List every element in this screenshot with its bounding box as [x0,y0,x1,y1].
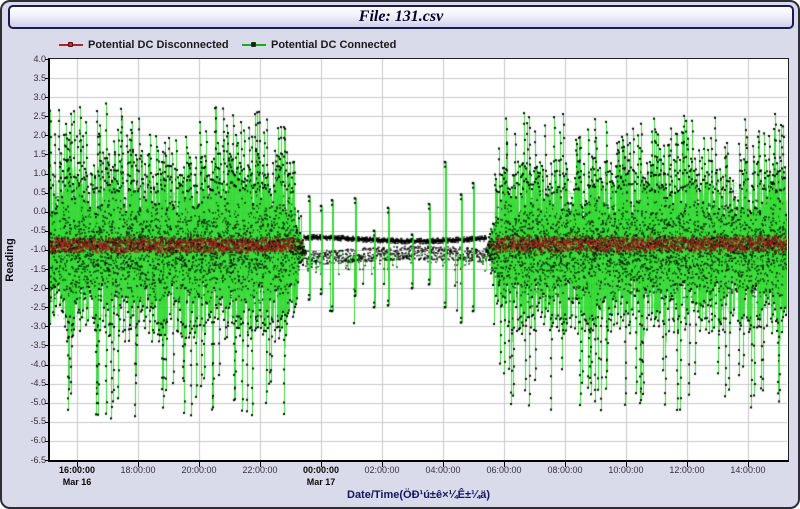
x-tick-time-label: 06:00:00 [472,465,536,475]
x-tick-time-label: 04:00:00 [411,465,475,475]
x-tick-time-label: 00:00:00 [289,465,353,475]
y-tick-label: 3.5 [10,73,46,84]
y-tick-mark [45,307,50,308]
title-bar: File: 131.csv [8,5,794,29]
y-tick-label: 0.5 [10,187,46,198]
y-tick-mark [45,78,50,79]
y-tick-label: -3.0 [10,321,46,332]
y-tick-mark [45,97,50,98]
legend-item-dc-connected: Potential DC Connected [242,38,396,52]
x-tick-time-label: 12:00:00 [655,465,719,475]
legend-label-dc-connected: Potential DC Connected [271,39,396,51]
y-axis-title: Reading [4,225,16,295]
y-tick-label: 2.0 [10,130,46,141]
y-tick-label: -5.0 [10,397,46,408]
y-tick-label: 4.0 [10,54,46,65]
y-tick-label: 1.0 [10,168,46,179]
x-tick-date-label: Mar 17 [289,477,353,487]
y-tick-label: -4.5 [10,378,46,389]
x-tick-time-label: 08:00:00 [533,465,597,475]
plot-canvas[interactable] [50,59,787,460]
chart-legend: Potential DC Disconnected Potential DC C… [2,38,800,54]
x-tick-time-label: 22:00:00 [228,465,292,475]
y-tick-label: -5.5 [10,416,46,427]
y-tick-mark [45,193,50,194]
x-tick-time-label: 10:00:00 [594,465,658,475]
x-tick-time-label: 14:00:00 [716,465,780,475]
y-tick-label: -4.0 [10,359,46,370]
y-tick-mark [45,231,50,232]
y-tick-mark [45,288,50,289]
x-tick-time-label: 02:00:00 [350,465,414,475]
y-tick-mark [45,384,50,385]
x-tick-time-label: 20:00:00 [167,465,231,475]
y-tick-mark [45,269,50,270]
y-tick-mark [45,174,50,175]
y-tick-mark [45,460,50,461]
x-tick-date-label: Mar 16 [45,477,109,487]
app-window: File: 131.csv Potential DC Disconnected … [0,0,800,509]
y-tick-mark [45,212,50,213]
y-tick-mark [45,365,50,366]
plot-area[interactable] [48,58,789,462]
y-tick-mark [45,59,50,60]
y-tick-mark [45,422,50,423]
y-tick-label: 3.0 [10,92,46,103]
y-tick-mark [45,345,50,346]
y-tick-label: -6.5 [10,455,46,466]
y-tick-label: 2.5 [10,111,46,122]
x-axis-title: Date/Time(ÖÐ¹ú±ê×¼Ê±¼ä) [50,489,787,501]
y-tick-label: -2.5 [10,302,46,313]
y-tick-label: -3.5 [10,340,46,351]
x-tick-time-label: 16:00:00 [45,465,109,475]
x-tick-time-label: 18:00:00 [106,465,170,475]
y-tick-mark [45,441,50,442]
y-tick-mark [45,326,50,327]
window-title: File: 131.csv [359,8,443,26]
legend-marker-green-icon [242,41,266,49]
y-tick-mark [45,403,50,404]
y-tick-mark [45,135,50,136]
legend-label-dc-disconnected: Potential DC Disconnected [88,39,229,51]
y-tick-mark [45,116,50,117]
y-tick-mark [45,250,50,251]
y-tick-mark [45,154,50,155]
y-tick-label: 1.5 [10,149,46,160]
legend-item-dc-disconnected: Potential DC Disconnected [59,38,229,52]
y-tick-label: -6.0 [10,435,46,446]
legend-marker-red-icon [59,41,83,49]
y-tick-label: 0.0 [10,206,46,217]
